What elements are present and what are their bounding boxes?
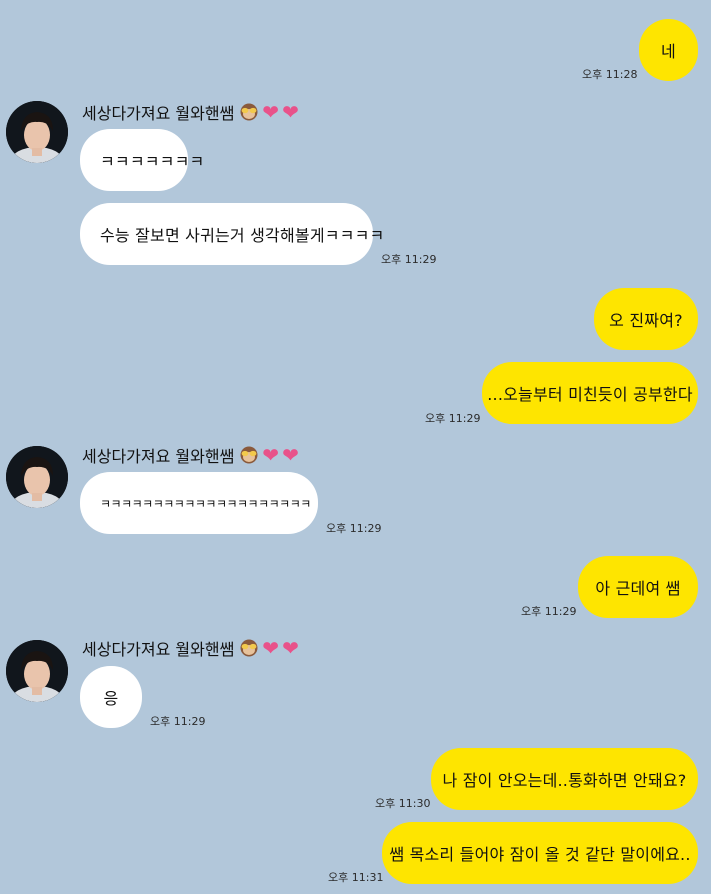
message-bubble-sent[interactable]: 아 근데여 쌤 <box>578 556 698 618</box>
message-timestamp: 오후 11:30 <box>375 797 431 810</box>
message-bubble-received[interactable]: ㅋㅋㅋㅋㅋㅋㅋ <box>80 129 204 191</box>
message-timestamp: 오후 11:31 <box>328 871 384 884</box>
sender-name: 세상다가져요 월와핸쌤 <box>82 447 235 466</box>
heart-icon: ❤ <box>262 636 280 660</box>
sender-name-row: 세상다가져요 월와핸쌤 ❤ ❤ <box>82 636 299 660</box>
heart-icon: ❤ <box>262 100 280 124</box>
message-timestamp: 오후 11:29 <box>326 522 382 535</box>
avatar-photo <box>6 446 68 508</box>
message-bubble-sent[interactable]: 쌤 목소리 들어야 잠이 올 것 같단 말이에요.. <box>382 822 698 884</box>
message-bubble-sent[interactable]: 오 진짜여? <box>594 288 698 350</box>
see-no-evil-monkey-icon <box>239 102 259 122</box>
message-bubble-received[interactable]: ㅋㅋㅋㅋㅋㅋㅋㅋㅋㅋㅋㅋㅋㅋㅋㅋㅋㅋㅋㅋ <box>80 472 318 534</box>
message-bubble-sent[interactable]: ...오늘부터 미친듯이 공부한다 <box>482 362 698 424</box>
sender-name-row: 세상다가져요 월와핸쌤 ❤ ❤ <box>82 100 299 124</box>
avatar-photo <box>6 640 68 702</box>
message-bubble-sent[interactable]: 나 잠이 안오는데..통화하면 안돼요? <box>431 748 698 810</box>
contact-avatar[interactable] <box>6 446 68 508</box>
message-bubble-sent[interactable]: 네 <box>639 19 698 81</box>
message-timestamp: 오후 11:28 <box>582 68 638 81</box>
see-no-evil-monkey-icon <box>239 638 259 658</box>
sender-name: 세상다가져요 월와핸쌤 <box>82 640 235 659</box>
contact-avatar[interactable] <box>6 640 68 702</box>
see-no-evil-monkey-icon <box>239 445 259 465</box>
heart-icon: ❤ <box>282 100 299 124</box>
message-timestamp: 오후 11:29 <box>381 253 437 266</box>
message-timestamp: 오후 11:29 <box>425 412 481 425</box>
message-bubble-received[interactable]: 응 <box>80 666 142 728</box>
heart-icon: ❤ <box>282 443 299 467</box>
heart-icon: ❤ <box>282 636 299 660</box>
message-timestamp: 오후 11:29 <box>521 605 577 618</box>
heart-icon: ❤ <box>262 443 280 467</box>
avatar-photo <box>6 101 68 163</box>
sender-name: 세상다가져요 월와핸쌤 <box>82 104 235 123</box>
contact-avatar[interactable] <box>6 101 68 163</box>
message-bubble-received[interactable]: 수능 잘보면 사귀는거 생각해볼게ㅋㅋㅋㅋ <box>80 203 384 265</box>
message-timestamp: 오후 11:29 <box>150 715 206 728</box>
sender-name-row: 세상다가져요 월와핸쌤 ❤ ❤ <box>82 443 299 467</box>
